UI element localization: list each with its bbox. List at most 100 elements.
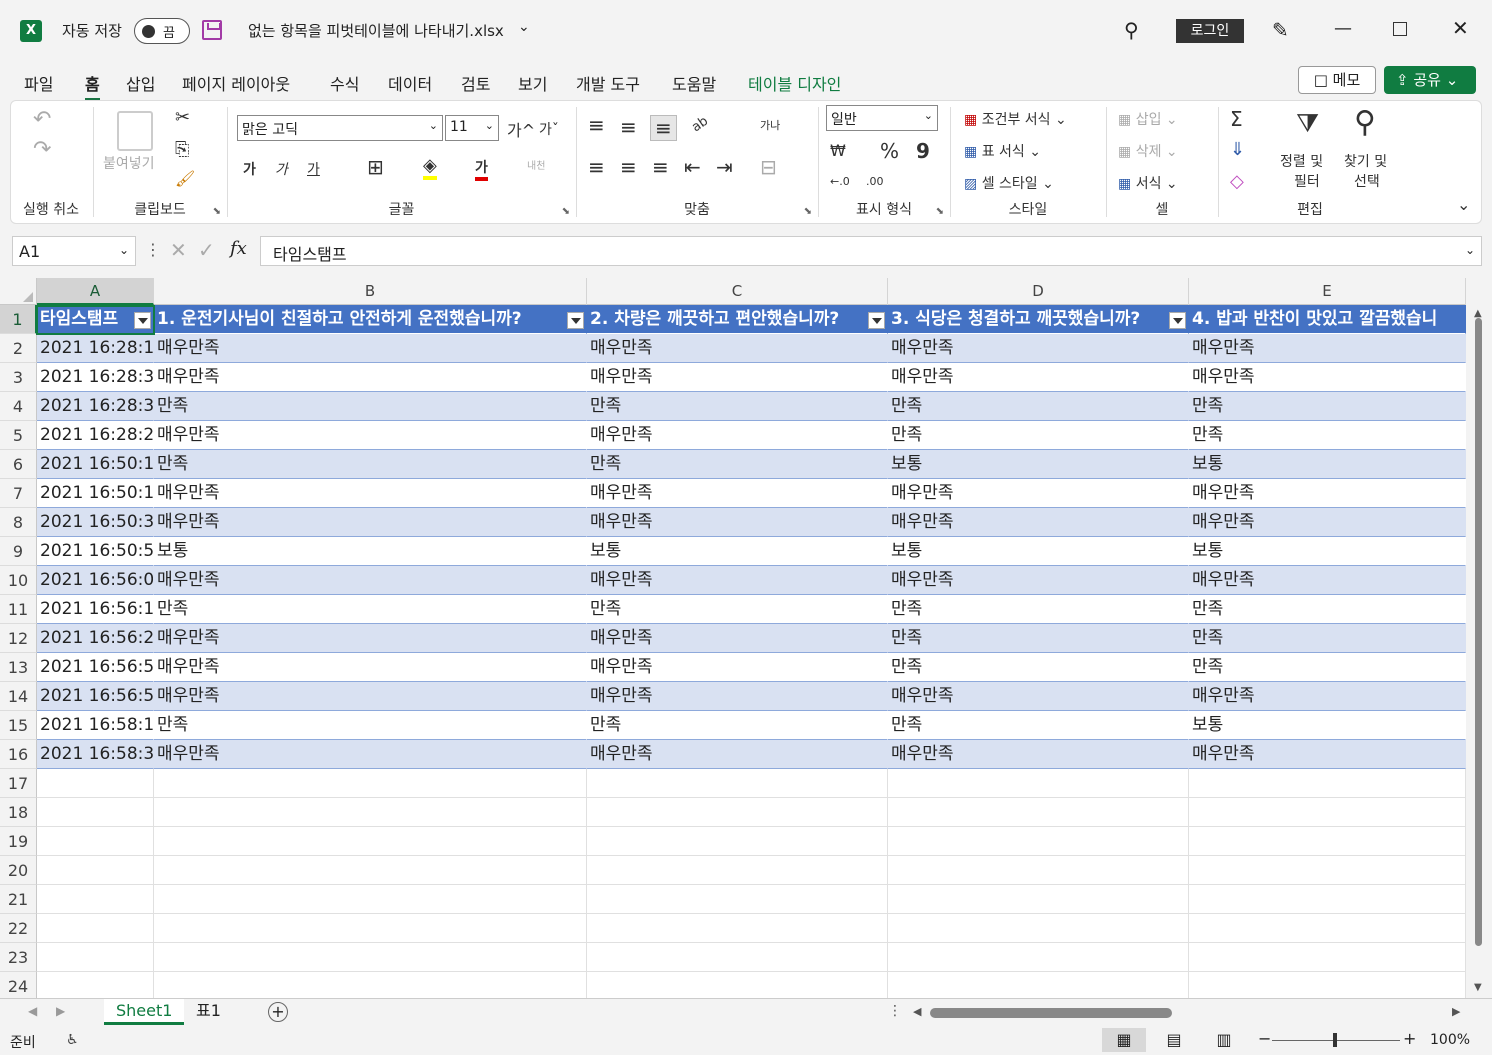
row-header[interactable]: 10 xyxy=(0,566,37,595)
cell[interactable]: 매우만족 xyxy=(587,566,888,595)
cell[interactable]: 매우만족 xyxy=(888,740,1189,769)
tab-page-layout[interactable]: 페이지 레이아웃 xyxy=(182,71,290,95)
cell[interactable]: 2021 16:56:59 xyxy=(37,682,154,711)
column-header-e[interactable]: E xyxy=(1189,278,1466,305)
scroll-left-icon[interactable]: ◀ xyxy=(913,1005,921,1018)
cell[interactable]: 만족 xyxy=(1189,421,1466,450)
autosave-toggle[interactable]: 끔 xyxy=(134,18,190,44)
header-cell[interactable]: 1. 운전기사님이 친절하고 안전하게 운전했습니까? xyxy=(154,305,587,334)
cell[interactable]: 2021 16:28:20 xyxy=(37,421,154,450)
cell[interactable]: 만족 xyxy=(154,711,587,740)
format-cells-button[interactable]: ▦ 서식 ⌄ xyxy=(1118,173,1178,193)
cell[interactable] xyxy=(154,769,587,798)
tab-formulas[interactable]: 수식 xyxy=(330,71,359,95)
cell[interactable] xyxy=(154,972,587,998)
row-header[interactable]: 9 xyxy=(0,537,37,566)
cell[interactable]: 보통 xyxy=(1189,711,1466,740)
launcher-icon[interactable]: ⬊ xyxy=(936,206,944,217)
sort-filter-icon[interactable]: ⧩ xyxy=(1296,109,1319,140)
cell[interactable]: 보통 xyxy=(888,450,1189,479)
zoom-slider-knob[interactable] xyxy=(1333,1033,1337,1047)
paste-icon[interactable] xyxy=(117,111,153,151)
select-all-button[interactable] xyxy=(0,278,37,305)
cell[interactable]: 2021 16:28:15 xyxy=(37,334,154,363)
format-as-table-button[interactable]: ▦ 표 서식 ⌄ xyxy=(964,141,1041,161)
row-header[interactable]: 17 xyxy=(0,769,37,798)
normal-view-button[interactable]: ▦ xyxy=(1102,1028,1146,1052)
cell[interactable] xyxy=(37,856,154,885)
align-left-icon[interactable]: ≡ xyxy=(588,155,605,179)
cell[interactable] xyxy=(888,798,1189,827)
row-header[interactable]: 8 xyxy=(0,508,37,537)
formula-bar-dots[interactable]: ⋮ xyxy=(145,240,161,259)
cell[interactable] xyxy=(587,856,888,885)
outdent-icon[interactable]: ⇤ xyxy=(684,155,701,179)
cell[interactable]: 매우만족 xyxy=(587,624,888,653)
cell[interactable]: 만족 xyxy=(888,624,1189,653)
cell[interactable] xyxy=(888,943,1189,972)
minimize-button[interactable]: — xyxy=(1334,18,1352,39)
merge-icon[interactable]: ⊟ xyxy=(760,155,777,179)
cell[interactable] xyxy=(888,769,1189,798)
cell[interactable]: 보통 xyxy=(154,537,587,566)
page-layout-view-button[interactable]: ▤ xyxy=(1152,1028,1196,1052)
launcher-icon[interactable]: ⬊ xyxy=(804,206,812,217)
align-middle-icon[interactable]: ≡ xyxy=(620,115,637,139)
cell[interactable]: 매우만족 xyxy=(587,421,888,450)
cell[interactable]: 만족 xyxy=(888,421,1189,450)
cell[interactable] xyxy=(154,885,587,914)
cell[interactable]: 매우만족 xyxy=(154,479,587,508)
filter-dropdown-icon[interactable] xyxy=(1169,312,1186,329)
cell[interactable]: 만족 xyxy=(1189,653,1466,682)
cell[interactable]: 매우만족 xyxy=(587,334,888,363)
cell[interactable] xyxy=(154,943,587,972)
paste-button[interactable]: 붙여넣기 xyxy=(103,153,155,173)
font-color-button[interactable]: 가 xyxy=(475,157,488,181)
tab-data[interactable]: 데이터 xyxy=(388,71,432,95)
enter-icon[interactable]: ✓ xyxy=(198,238,215,262)
number-format-select[interactable]: 일반 ⌄ xyxy=(826,105,938,131)
cell[interactable] xyxy=(37,885,154,914)
filter-dropdown-icon[interactable] xyxy=(567,312,584,329)
login-button[interactable]: 로그인 xyxy=(1176,19,1244,43)
launcher-icon[interactable]: ⬊ xyxy=(213,206,221,217)
grow-font-button[interactable]: 가^ xyxy=(507,117,535,141)
cell[interactable] xyxy=(587,827,888,856)
cell[interactable]: 매우만족 xyxy=(154,653,587,682)
cell[interactable]: 2021 16:50:15 xyxy=(37,450,154,479)
cell[interactable]: 만족 xyxy=(587,450,888,479)
cell[interactable]: 매우만족 xyxy=(154,363,587,392)
percent-button[interactable]: % xyxy=(880,139,899,163)
share-button[interactable]: ⇪ 공유 ⌄ xyxy=(1384,66,1476,94)
cell[interactable]: 매우만족 xyxy=(888,479,1189,508)
prev-sheet-icon[interactable]: ◀ xyxy=(28,1004,37,1018)
cell[interactable]: 매우만족 xyxy=(154,508,587,537)
cell[interactable] xyxy=(1189,914,1466,943)
row-header[interactable]: 23 xyxy=(0,943,37,972)
cell[interactable] xyxy=(587,914,888,943)
maximize-button[interactable] xyxy=(1393,22,1407,36)
name-box[interactable]: A1 ⌄ xyxy=(12,236,136,266)
cell[interactable] xyxy=(1189,769,1466,798)
cell[interactable] xyxy=(154,798,587,827)
cell[interactable]: 보통 xyxy=(1189,450,1466,479)
row-header[interactable]: 3 xyxy=(0,363,37,392)
collapse-ribbon-icon[interactable]: ⌄ xyxy=(1457,195,1470,214)
row-header[interactable]: 11 xyxy=(0,595,37,624)
row-header[interactable]: 15 xyxy=(0,711,37,740)
cell[interactable]: 매우만족 xyxy=(587,682,888,711)
row-header[interactable]: 18 xyxy=(0,798,37,827)
tab-help[interactable]: 도움말 xyxy=(672,71,716,95)
cell[interactable] xyxy=(154,856,587,885)
cell[interactable]: 매우만족 xyxy=(587,479,888,508)
sheet-tab-sheet1[interactable]: Sheet1 xyxy=(104,999,185,1025)
cell[interactable]: 만족 xyxy=(888,595,1189,624)
cell[interactable]: 매우만족 xyxy=(154,566,587,595)
cell[interactable]: 매우만족 xyxy=(1189,508,1466,537)
cell[interactable] xyxy=(37,769,154,798)
cell[interactable] xyxy=(37,972,154,998)
tab-file[interactable]: 파일 xyxy=(24,71,53,95)
cell[interactable]: 매우만족 xyxy=(1189,682,1466,711)
cell[interactable]: 만족 xyxy=(587,711,888,740)
vertical-scroll-thumb[interactable] xyxy=(1475,318,1482,946)
